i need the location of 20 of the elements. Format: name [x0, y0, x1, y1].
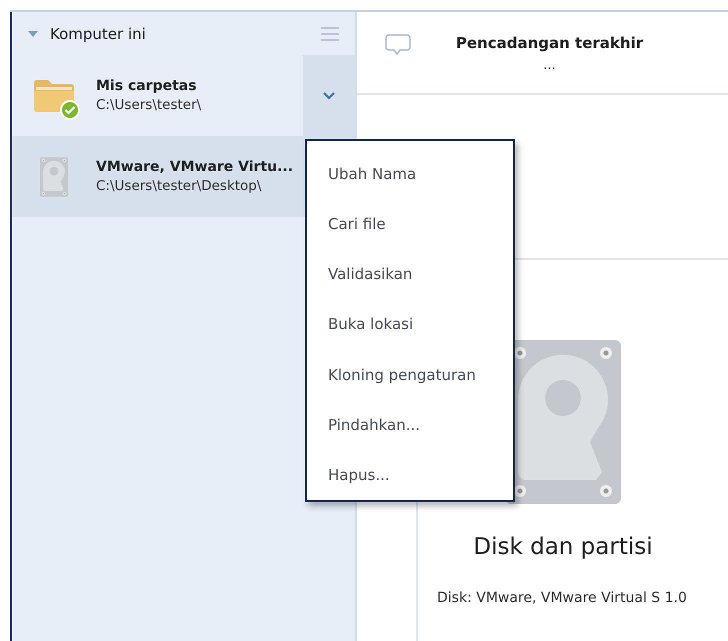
- item-path: C:\Users\tester\: [96, 97, 202, 113]
- menu-item[interactable]: Hapus...: [307, 450, 513, 500]
- item-name: VMware, VMware Virtu...: [96, 159, 294, 175]
- card-title: Disk dan partisi: [473, 534, 653, 560]
- item-menu-button[interactable]: [303, 55, 355, 136]
- chevron-down-icon: [323, 92, 335, 100]
- menu-item[interactable]: Pindahkan...: [307, 400, 513, 450]
- comment-icon: [385, 34, 411, 56]
- menu-item[interactable]: Kloning pengaturan: [307, 350, 513, 400]
- disk-description: Disk: VMware, VMware Virtual S 1.0: [437, 590, 687, 606]
- collapse-triangle-icon[interactable]: [28, 28, 38, 38]
- backup-item[interactable]: Mis carpetas C:\Users\tester\: [12, 55, 355, 136]
- last-backup-label: Pencadangan terakhir: [456, 34, 644, 52]
- item-name: Mis carpetas: [96, 78, 198, 94]
- last-backup-value: ...: [543, 58, 556, 73]
- section-title: Komputer ini: [50, 24, 147, 42]
- menu-item[interactable]: Validasikan: [307, 249, 513, 300]
- menu-item[interactable]: Buka lokasi: [307, 299, 513, 350]
- menu-icon[interactable]: [321, 26, 339, 40]
- item-path: C:\Users\tester\Desktop\: [96, 178, 262, 194]
